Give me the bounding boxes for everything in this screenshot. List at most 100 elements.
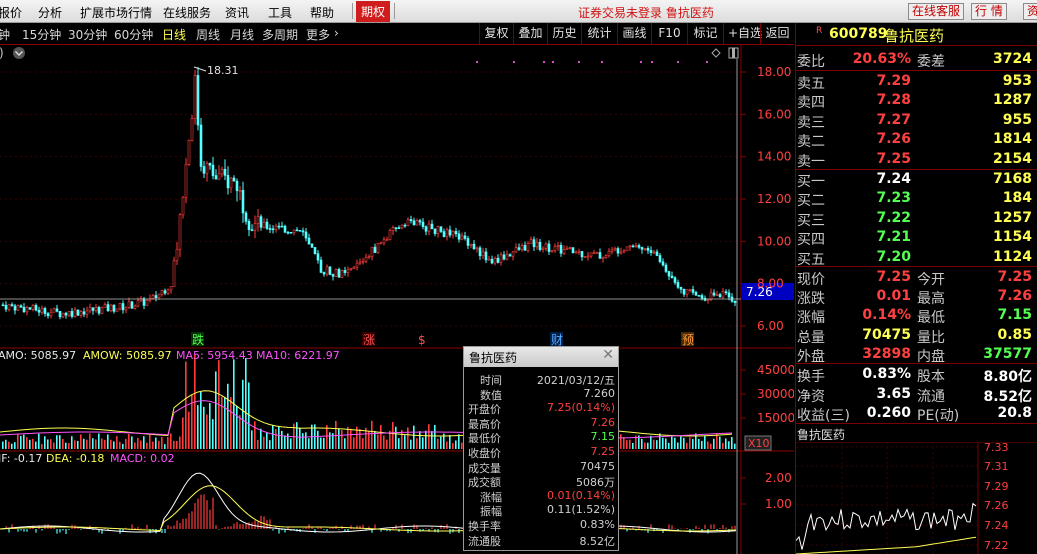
volume-bar	[659, 433, 661, 449]
period-more[interactable]: 更多	[306, 26, 330, 43]
event-mark-drop[interactable]: 跌	[192, 332, 204, 347]
period-monthly[interactable]: 月线	[230, 26, 254, 43]
candle-body	[454, 231, 458, 235]
menu-options[interactable]: 期权	[356, 1, 391, 22]
buy-row[interactable]: 买三 7.22 1257	[796, 209, 1037, 229]
stats-button[interactable]: 统计	[581, 23, 617, 44]
mini-chart-title[interactable]: 鲁抗医药	[797, 426, 845, 443]
volume-bar	[446, 441, 448, 449]
volume-bar	[197, 405, 199, 449]
candle-body	[178, 214, 182, 250]
buy-row[interactable]: 买五 7.20 1124	[796, 248, 1037, 268]
candle-body	[127, 301, 131, 308]
volume-bar	[320, 437, 322, 449]
period-60min[interactable]: 60分钟	[114, 26, 153, 43]
popup-row: 最高价 7.26	[464, 416, 618, 431]
popup-label: 流通股	[468, 534, 501, 548]
add-favorite-button[interactable]: +自选	[723, 23, 762, 44]
macd-legend: IF: -0.17 DEA: -0.18 MACD: 0.02	[0, 452, 175, 465]
divider	[796, 423, 1037, 424]
menu-quote[interactable]: 报价	[0, 4, 22, 21]
marker-dot	[651, 61, 653, 63]
candle-body	[499, 254, 503, 263]
volume-bar	[68, 443, 70, 449]
close-icon[interactable]: ✕	[602, 347, 614, 363]
candle-body	[253, 223, 257, 231]
sell-row[interactable]: 卖一 7.25 2154	[796, 150, 1037, 170]
volume-bar	[176, 440, 178, 449]
diamond-icon[interactable]	[711, 48, 721, 58]
buy-row[interactable]: 买四 7.21 1154	[796, 228, 1037, 249]
menu-tools[interactable]: 工具	[268, 4, 292, 21]
y-tick-label: 18.00	[757, 65, 791, 79]
buy-row[interactable]: 买二 7.23 184	[796, 189, 1037, 209]
candle-body	[670, 275, 674, 279]
candle-body	[22, 306, 26, 313]
overlay-button[interactable]: 叠加	[513, 23, 547, 44]
sell-row[interactable]: 卖五 7.29 953	[796, 72, 1037, 92]
period-weekly[interactable]: 周线	[196, 26, 220, 43]
menu-online-service[interactable]: 在线服务	[163, 4, 211, 21]
volume-bar	[701, 440, 703, 449]
candle-body	[661, 261, 665, 266]
buy-label: 买四	[797, 232, 825, 249]
candle-body	[115, 308, 119, 312]
volume-bar	[632, 442, 634, 449]
intraday-price-line	[796, 502, 977, 550]
menu-extended-market[interactable]: 扩展市场行情	[80, 4, 152, 21]
volume-legend: AMO: 5085.97 AMOW: 5085.97 MA5: 5954.43 …	[0, 349, 340, 362]
fin-label: 净资	[797, 388, 825, 405]
adjust-button[interactable]: 复权	[479, 23, 513, 44]
intraday-mini-chart[interactable]: 7.33 7.31 7.29 7.26 7.24 7.22	[796, 442, 1037, 554]
stock-code[interactable]: 600789	[829, 26, 887, 42]
history-button[interactable]: 历史	[547, 23, 581, 44]
volume-bar	[257, 439, 259, 449]
trade-button[interactable]: 资	[1023, 3, 1037, 20]
dropdown-circle-icon[interactable]	[13, 47, 25, 59]
candle-body	[529, 239, 533, 244]
popup-value: 7.260	[583, 386, 616, 400]
mark-button[interactable]: 标记	[687, 23, 723, 44]
chart-area[interactable]: ) 18.31 7.26 18.00 16.00 14.00 12.00 10.00 8.…	[0, 45, 794, 554]
period-multi[interactable]: 多周期	[262, 26, 298, 43]
sell-row[interactable]: 卖四 7.28 1287	[796, 91, 1037, 111]
chevron-right-icon[interactable]: ›	[334, 26, 339, 40]
volume-bar	[143, 436, 145, 449]
candle-body	[82, 311, 86, 315]
stock-name[interactable]: 鲁抗医药	[884, 25, 944, 46]
sell-row[interactable]: 卖二 7.26 1814	[796, 130, 1037, 150]
volume-bar	[86, 439, 88, 449]
menu-help[interactable]: 帮助	[310, 4, 334, 21]
volume-bar	[422, 437, 424, 449]
candle-body	[655, 251, 659, 256]
candle-body	[367, 256, 371, 258]
period-15min[interactable]: 15分钟	[22, 26, 61, 43]
period-min[interactable]: 钟	[0, 26, 10, 43]
menu-news[interactable]: 资讯	[225, 4, 249, 21]
buy-price: 7.24	[876, 171, 911, 187]
period-30min[interactable]: 30分钟	[68, 26, 107, 43]
event-mark-forecast[interactable]: 预	[682, 333, 694, 347]
event-mark-rise[interactable]: 涨	[363, 332, 375, 347]
f10-button[interactable]: F10	[651, 23, 687, 44]
candle-body	[514, 247, 518, 253]
menu-analysis[interactable]: 分析	[38, 4, 62, 21]
candle-body	[394, 227, 398, 229]
sell-row[interactable]: 卖三 7.27 955	[796, 111, 1037, 131]
online-service-button[interactable]: 在线客服	[908, 3, 965, 20]
sell-price: 7.29	[876, 73, 911, 89]
period-daily[interactable]: 日线	[162, 26, 186, 43]
event-mark-dividend[interactable]: $	[418, 333, 426, 347]
popup-title-bar[interactable]: 鲁抗医药 ✕	[464, 347, 618, 367]
candle-body	[184, 164, 188, 198]
volume-bar	[173, 440, 175, 449]
macd-y-tick: 2.00	[765, 471, 792, 485]
quote-button[interactable]: 行 情	[971, 3, 1007, 20]
event-mark-finance[interactable]: 财	[551, 333, 563, 347]
candle-body	[511, 251, 515, 257]
draw-line-button[interactable]: 画线	[617, 23, 651, 44]
back-button[interactable]: 返回	[760, 23, 794, 44]
volume-bar	[359, 428, 361, 449]
bar-info-popup[interactable]: 鲁抗医药 ✕ 时间 2021/03/12/五 数值 7.260 开盘价 7.25(0.14…	[463, 346, 619, 551]
buy-row[interactable]: 买一 7.24 7168	[796, 170, 1037, 190]
